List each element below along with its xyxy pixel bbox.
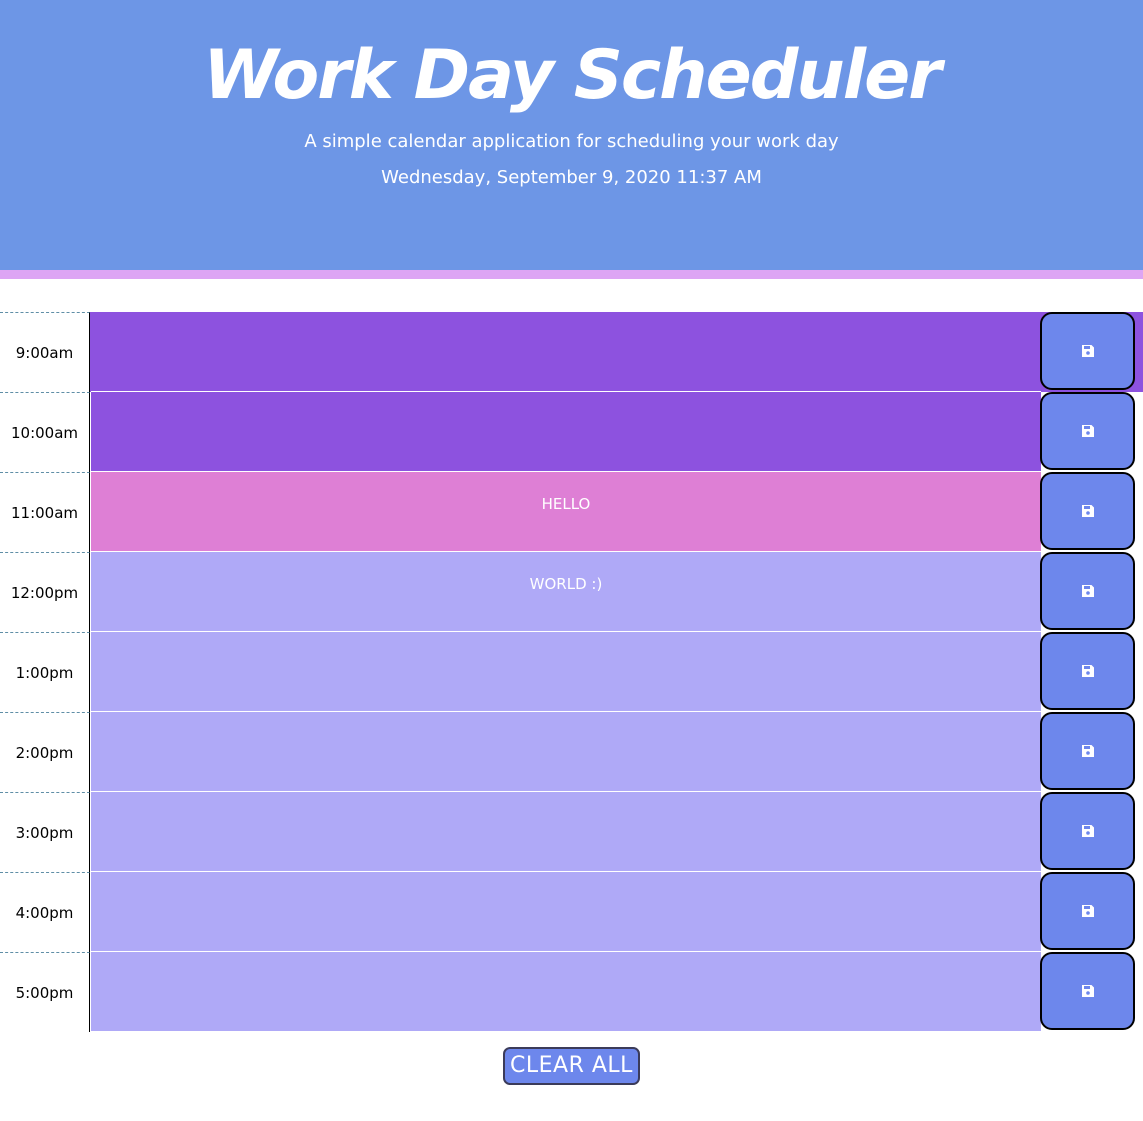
save-button[interactable] <box>1040 472 1135 550</box>
page-title: Work Day Scheduler <box>203 36 942 115</box>
description-textarea[interactable] <box>91 632 1041 712</box>
hour-label: 3:00pm <box>0 792 90 872</box>
save-button[interactable] <box>1040 872 1135 950</box>
save-button[interactable] <box>1040 552 1135 630</box>
hour-label: 12:00pm <box>0 552 90 632</box>
hour-label: 5:00pm <box>0 952 90 1032</box>
save-button[interactable] <box>1040 712 1135 790</box>
hour-label: 10:00am <box>0 392 90 472</box>
save-button[interactable] <box>1040 792 1135 870</box>
hour-label: 2:00pm <box>0 712 90 792</box>
hour-label: 1:00pm <box>0 632 90 712</box>
description-textarea[interactable]: HELLO <box>91 472 1041 552</box>
floppy-disk-icon <box>1081 905 1094 917</box>
time-block-12pm: 12:00pm WORLD :) <box>0 552 1143 632</box>
time-block-9am: 9:00am <box>0 312 1143 392</box>
time-block-4pm: 4:00pm <box>0 872 1143 952</box>
time-block-3pm: 3:00pm <box>0 792 1143 872</box>
time-block-11am: 11:00am HELLO <box>0 472 1143 552</box>
time-block-2pm: 2:00pm <box>0 712 1143 792</box>
description-textarea[interactable] <box>91 792 1041 872</box>
hour-label: 11:00am <box>0 472 90 552</box>
clear-container: CLEAR ALL <box>0 1047 1143 1085</box>
clear-all-button[interactable]: CLEAR ALL <box>503 1047 640 1085</box>
time-block-1pm: 1:00pm <box>0 632 1143 712</box>
floppy-disk-icon <box>1081 505 1094 517</box>
hour-label: 4:00pm <box>0 872 90 952</box>
floppy-disk-icon <box>1081 425 1094 437</box>
save-button[interactable] <box>1040 312 1135 390</box>
floppy-disk-icon <box>1081 665 1094 677</box>
description-textarea[interactable] <box>91 952 1041 1032</box>
hour-label: 9:00am <box>0 312 90 392</box>
current-day: Wednesday, September 9, 2020 11:37 AM <box>381 167 762 188</box>
floppy-disk-icon <box>1081 745 1094 757</box>
floppy-disk-icon <box>1081 585 1094 597</box>
header: Work Day Scheduler A simple calendar app… <box>0 0 1143 279</box>
time-block-10am: 10:00am <box>0 392 1143 472</box>
description-textarea[interactable] <box>91 392 1041 472</box>
floppy-disk-icon <box>1081 985 1094 997</box>
time-block-5pm: 5:00pm <box>0 952 1143 1032</box>
description-textarea[interactable] <box>91 312 1041 392</box>
description-textarea[interactable]: WORLD :) <box>91 552 1041 632</box>
description-textarea[interactable] <box>91 872 1041 952</box>
description-textarea[interactable] <box>91 712 1041 792</box>
page-subtitle: A simple calendar application for schedu… <box>304 131 839 152</box>
save-button[interactable] <box>1040 632 1135 710</box>
floppy-disk-icon <box>1081 345 1094 357</box>
floppy-disk-icon <box>1081 825 1094 837</box>
save-button[interactable] <box>1040 392 1135 470</box>
schedule: 9:00am 10:00am 11:00am HELLO 12:00pm WOR… <box>0 312 1143 1032</box>
save-button[interactable] <box>1040 952 1135 1030</box>
